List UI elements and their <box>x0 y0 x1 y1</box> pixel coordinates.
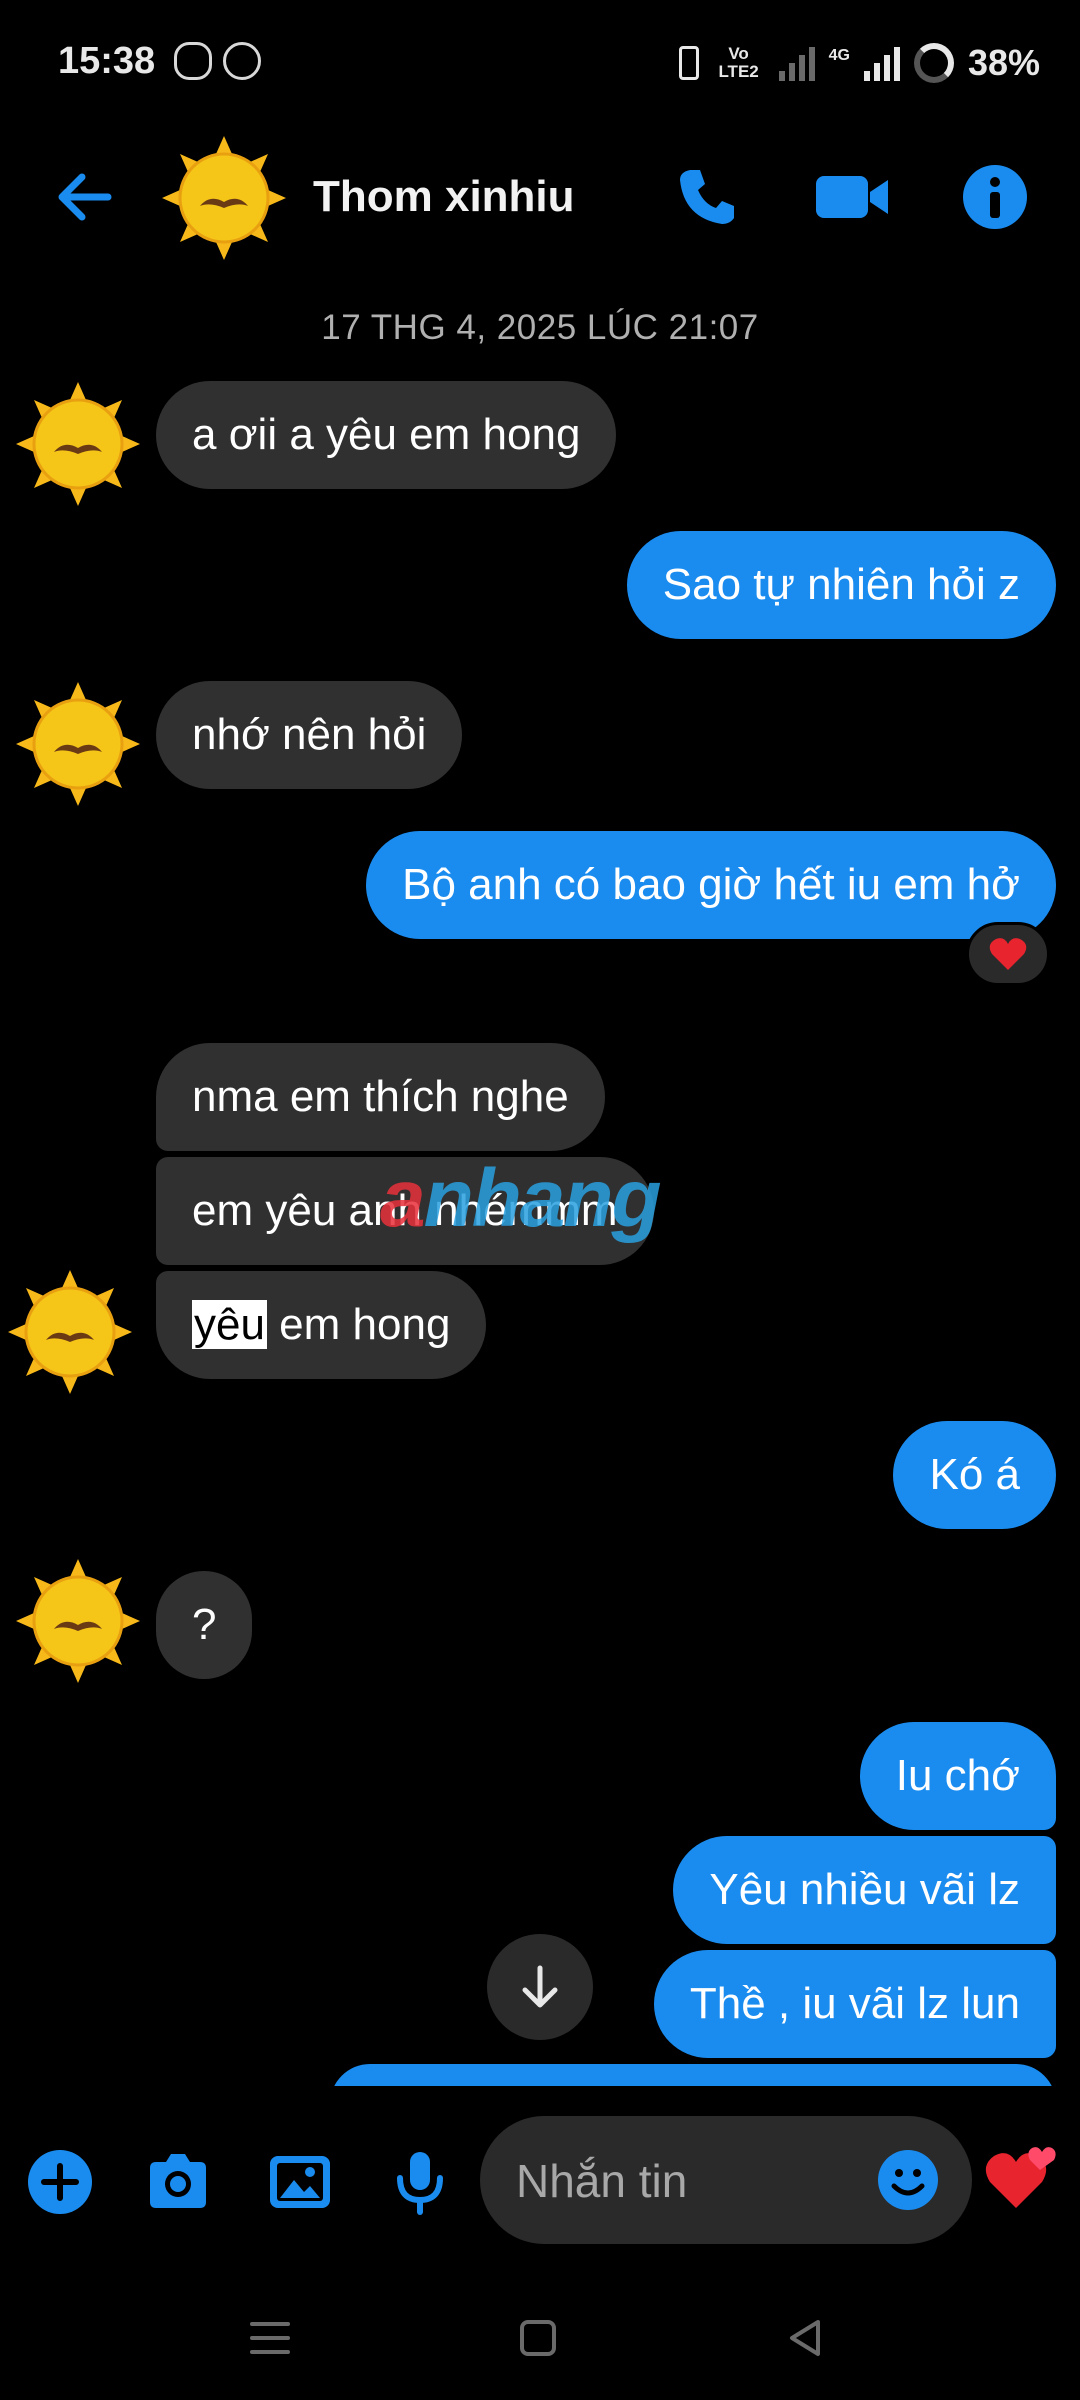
status-indicators: Vo LTE2 4G 38% <box>678 38 1040 88</box>
contact-avatar-small[interactable] <box>14 1557 142 1685</box>
contact-avatar-small[interactable] <box>6 1268 134 1396</box>
message-outgoing[interactable]: Yêu nhiều vãi lz <box>673 1836 1056 1944</box>
signal-sim1-icon <box>778 45 815 81</box>
contact-avatar-small[interactable] <box>14 680 142 808</box>
message-text: em hong <box>266 1300 451 1349</box>
message-input[interactable]: Nhắn tin <box>480 2116 972 2244</box>
watermark-part: a <box>380 1153 426 1244</box>
highlighted-word: yêu <box>192 1300 267 1349</box>
microphone-icon[interactable] <box>386 2148 454 2216</box>
status-bar: 15:38 Vo LTE2 4G 38% <box>0 0 1080 120</box>
system-navigation-bar <box>0 2276 1080 2400</box>
contact-name[interactable]: Thom xinhiu <box>313 172 575 222</box>
message-input-placeholder: Nhắn tin <box>516 2155 688 2207</box>
gallery-icon[interactable] <box>266 2148 334 2216</box>
battery-icon <box>913 43 954 83</box>
message-outgoing[interactable]: Sao tự nhiên hỏi z <box>626 531 1056 639</box>
message-outgoing[interactable]: Iu chớ <box>859 1722 1056 1830</box>
chatgpt-notification-icon <box>174 42 212 80</box>
plus-icon[interactable] <box>26 2148 94 2216</box>
emoji-icon[interactable] <box>876 2148 940 2212</box>
message-outgoing[interactable]: Kó á <box>893 1421 1056 1529</box>
message-composer: Nhắn tin <box>0 2086 1080 2276</box>
vibrate-icon <box>678 46 699 80</box>
message-incoming[interactable]: ? <box>156 1571 253 1679</box>
volte-indicator: Vo LTE2 <box>718 44 759 81</box>
contact-avatar-small[interactable] <box>14 380 142 508</box>
back-nav-icon[interactable] <box>776 2308 836 2368</box>
phone-call-icon[interactable] <box>672 162 742 232</box>
conversation-timestamp: 17 THG 4, 2025 LÚC 21:07 <box>321 308 759 347</box>
watermark-part: nhang <box>423 1153 662 1244</box>
message-outgoing[interactable]: Thề , iu vãi lz lun <box>653 1950 1056 2058</box>
camera-icon[interactable] <box>144 2148 212 2216</box>
messenger-notification-icon <box>223 42 261 80</box>
back-arrow-icon[interactable] <box>50 162 120 232</box>
chat-header: Thom xinhiu <box>0 120 1080 270</box>
quick-reaction-heart-icon[interactable] <box>982 2136 1062 2216</box>
message-outgoing[interactable]: Bộ anh có bao giờ hết iu em hở <box>366 831 1056 939</box>
network-type: 4G <box>828 47 850 64</box>
message-incoming[interactable]: nhớ nên hỏi <box>156 681 463 789</box>
menu-icon[interactable] <box>240 2308 300 2368</box>
watermark: anhang <box>380 1152 662 1246</box>
scroll-to-bottom-button[interactable] <box>487 1934 593 2040</box>
message-incoming[interactable]: nma em thích nghe <box>156 1043 605 1151</box>
battery-percent: 38% <box>967 42 1040 83</box>
signal-sim2-icon <box>863 45 900 81</box>
heart-reaction-icon <box>989 938 1027 970</box>
home-icon[interactable] <box>508 2308 568 2368</box>
arrow-down-icon <box>522 1965 558 2008</box>
message-reaction[interactable] <box>966 922 1050 986</box>
info-icon[interactable] <box>960 162 1030 232</box>
status-time: 15:38 <box>58 40 156 82</box>
message-incoming[interactable]: yêu em hong <box>156 1271 487 1379</box>
message-incoming[interactable]: a ơii a yêu em hong <box>156 381 617 489</box>
video-call-icon[interactable] <box>812 162 892 232</box>
contact-avatar[interactable] <box>160 134 288 262</box>
